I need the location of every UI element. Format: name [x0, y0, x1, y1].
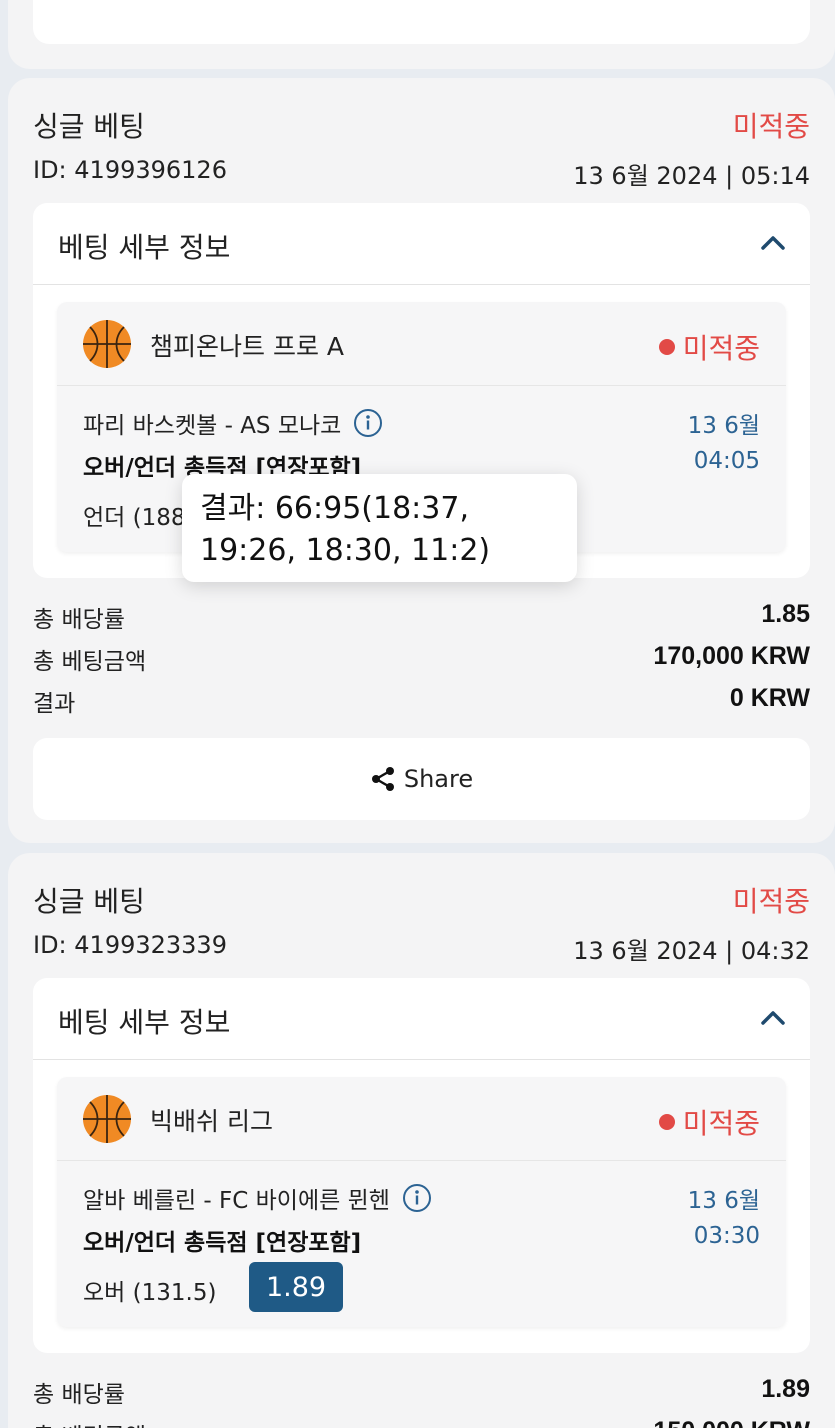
- previous-bet-inner: [33, 0, 810, 44]
- bet-id: ID: 4199396126: [33, 156, 227, 184]
- result-tooltip: 결과: 66:95(18:37, 19:26, 18:30, 11:2): [182, 474, 577, 582]
- summary-value: 170,000 KRW: [653, 642, 810, 670]
- event-status-label: 미적중: [682, 332, 760, 365]
- event-status-label: 미적중: [682, 1107, 760, 1140]
- summary-label: 결과: [33, 691, 76, 717]
- chevron-up-icon[interactable]: [760, 233, 786, 251]
- summary-label: 총 베팅금액: [33, 1417, 146, 1428]
- basketball-icon: [83, 1095, 131, 1143]
- summary-total-stake: 총 베팅금액 170,000 KRW: [33, 642, 810, 676]
- match-row: 파리 바스켓볼 - AS 모나코: [83, 406, 383, 440]
- bet-details-title: 베팅 세부 정보: [58, 231, 231, 264]
- event-header: 빅배쉬 리그 미적중: [57, 1077, 786, 1161]
- event-status: 미적중: [658, 1102, 760, 1142]
- bet-type: 싱글 베팅: [33, 110, 145, 143]
- basketball-icon: [83, 320, 131, 368]
- tooltip-line: 19:26, 18:30, 11:2): [200, 533, 491, 568]
- event-date: 13 6월: [687, 1188, 760, 1214]
- odds-badge: 1.89: [249, 1262, 343, 1312]
- summary-total-stake: 총 베팅금액 150,000 KRW: [33, 1417, 810, 1428]
- match-row: 알바 베를린 - FC 바이에른 뮌헨: [83, 1181, 432, 1215]
- summary-value: 150,000 KRW: [653, 1417, 810, 1428]
- previous-bet-card: [8, 0, 835, 69]
- event-date: 13 6월: [687, 413, 760, 439]
- event-time: 03:30: [693, 1223, 760, 1249]
- event-status: 미적중: [658, 327, 760, 367]
- bet-details-title: 베팅 세부 정보: [58, 1006, 231, 1039]
- status-dot: [658, 339, 675, 355]
- event-time: 04:05: [693, 448, 760, 474]
- summary-value: 0 KRW: [729, 684, 810, 712]
- bet-type: 싱글 베팅: [33, 885, 145, 918]
- league-name: 빅배쉬 리그: [150, 1107, 273, 1136]
- bet-details-header[interactable]: 베팅 세부 정보: [33, 978, 810, 1060]
- summary-result: 결과 0 KRW: [33, 684, 810, 718]
- share-label: Share: [403, 765, 474, 793]
- summary-total-odds: 총 배당률 1.89: [33, 1375, 810, 1409]
- event-header: 챔피온나트 프로 A 미적중: [57, 302, 786, 386]
- bet-id: ID: 4199323339: [33, 931, 227, 959]
- chevron-up-icon[interactable]: [760, 1008, 786, 1026]
- selection: 오버 (131.5): [83, 1280, 217, 1306]
- bet-card: 싱글 베팅 미적중 ID: 4199323339 13 6월 2024 | 04…: [8, 853, 835, 1428]
- bet-details-header[interactable]: 베팅 세부 정보: [33, 203, 810, 285]
- info-icon[interactable]: [402, 1183, 432, 1213]
- summary-total-odds: 총 배당률 1.85: [33, 600, 810, 634]
- match-name: 알바 베를린 - FC 바이에른 뮌헨: [83, 1188, 390, 1214]
- summary-value: 1.89: [761, 1375, 810, 1403]
- bet-details-panel: 베팅 세부 정보 빅배쉬 리그 미적중 알바 베를린 - FC 바이에른 뮌헨: [33, 978, 810, 1353]
- status-dot: [658, 1114, 675, 1130]
- selection: 언더 (188: [83, 505, 186, 531]
- summary-label: 총 베팅금액: [33, 649, 147, 675]
- tooltip-line: 결과: 66:95(18:37,: [200, 491, 469, 526]
- bet-card: 싱글 베팅 미적중 ID: 4199396126 13 6월 2024 | 05…: [8, 78, 835, 843]
- share-icon: [371, 767, 394, 791]
- market-name: 오버/언더 총득점 [연장포함]: [83, 1230, 362, 1256]
- bet-date: 13 6월 2024 | 04:32: [573, 937, 810, 965]
- share-button[interactable]: Share: [33, 738, 810, 820]
- info-icon[interactable]: [353, 408, 383, 438]
- league-name: 챔피온나트 프로 A: [150, 332, 344, 361]
- bet-status: 미적중: [732, 885, 810, 918]
- event-item: 빅배쉬 리그 미적중 알바 베를린 - FC 바이에른 뮌헨 오버/언더 총득점…: [57, 1077, 786, 1327]
- summary-label: 총 배당률: [33, 1382, 125, 1408]
- bet-date: 13 6월 2024 | 05:14: [573, 162, 810, 190]
- bet-status: 미적중: [732, 110, 810, 143]
- summary-label: 총 배당률: [33, 607, 125, 633]
- summary-value: 1.85: [761, 600, 810, 628]
- match-name: 파리 바스켓볼 - AS 모나코: [83, 413, 342, 439]
